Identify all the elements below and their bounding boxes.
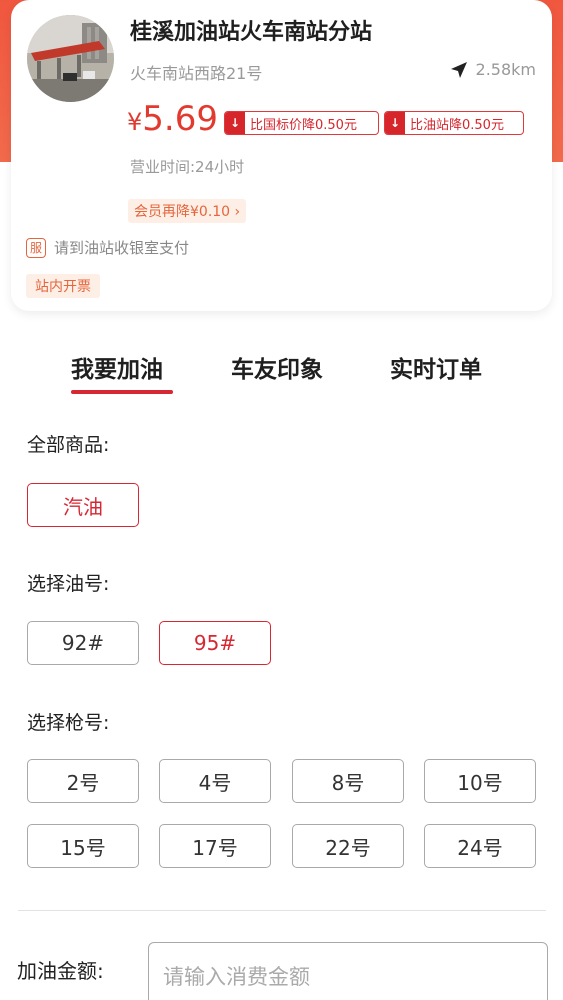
nozzle-17-button[interactable]: 17号 [159, 824, 271, 868]
amount-label: 加油金额: [17, 959, 104, 983]
product-gasoline-button[interactable]: 汽油 [27, 483, 139, 527]
section-divider [18, 910, 546, 911]
distance-value: 2.58km [475, 60, 536, 79]
nozzle-2-button[interactable]: 2号 [27, 759, 139, 803]
nozzle-15-button[interactable]: 15号 [27, 824, 139, 868]
badge-text: 比油站降0.50元 [410, 117, 504, 133]
active-tab-indicator [71, 390, 173, 394]
nozzle-8-button[interactable]: 8号 [292, 759, 404, 803]
station-photo [27, 15, 114, 102]
down-arrow-icon: ↓ [385, 112, 405, 134]
tab-reviews[interactable]: 车友印象 [231, 350, 323, 384]
invoice-tag: 站内开票 [26, 274, 100, 298]
tab-bar: 我要加油 车友印象 实时订单 [0, 350, 563, 400]
fuel-92-button[interactable]: 92# [27, 621, 139, 665]
fuel-grade-label: 选择油号: [27, 573, 110, 595]
price-currency-symbol: ¥ [127, 108, 143, 136]
station-name: 桂溪加油站火车南站分站 [130, 20, 373, 45]
fuel-95-button[interactable]: 95# [159, 621, 271, 665]
nozzle-22-button[interactable]: 22号 [292, 824, 404, 868]
tab-orders[interactable]: 实时订单 [390, 350, 482, 384]
badge-text: 比国标价降0.50元 [250, 117, 357, 133]
payment-note-text: 请到油站收银室支付 [54, 239, 190, 257]
nozzle-24-button[interactable]: 24号 [424, 824, 536, 868]
national-price-discount-badge: ↓ 比国标价降0.50元 [224, 111, 379, 135]
nozzle-label: 选择枪号: [27, 712, 110, 734]
station-card: 桂溪加油站火车南站分站 火车南站西路21号 2.58km ¥5.69 ↓ 比国标… [11, 0, 552, 311]
products-label: 全部商品: [27, 434, 110, 456]
station-price-discount-badge: ↓ 比油站降0.50元 [384, 111, 524, 135]
service-icon: 服 [26, 237, 46, 258]
fuel-price: ¥5.69 [127, 97, 218, 144]
down-arrow-icon: ↓ [225, 112, 245, 134]
navigation-arrow-icon [450, 61, 468, 79]
nozzle-10-button[interactable]: 10号 [424, 759, 536, 803]
payment-note: 服 请到油站收银室支付 [26, 237, 189, 258]
amount-input[interactable] [148, 942, 548, 1000]
station-address: 火车南站西路21号 [130, 64, 263, 83]
nozzle-4-button[interactable]: 4号 [159, 759, 271, 803]
distance-info[interactable]: 2.58km [450, 60, 536, 79]
price-value: 5.69 [142, 99, 218, 139]
member-discount-link[interactable]: 会员再降¥0.10 › [128, 199, 247, 223]
business-hours: 营业时间:24小时 [130, 158, 245, 176]
tab-refuel[interactable]: 我要加油 [71, 350, 163, 384]
